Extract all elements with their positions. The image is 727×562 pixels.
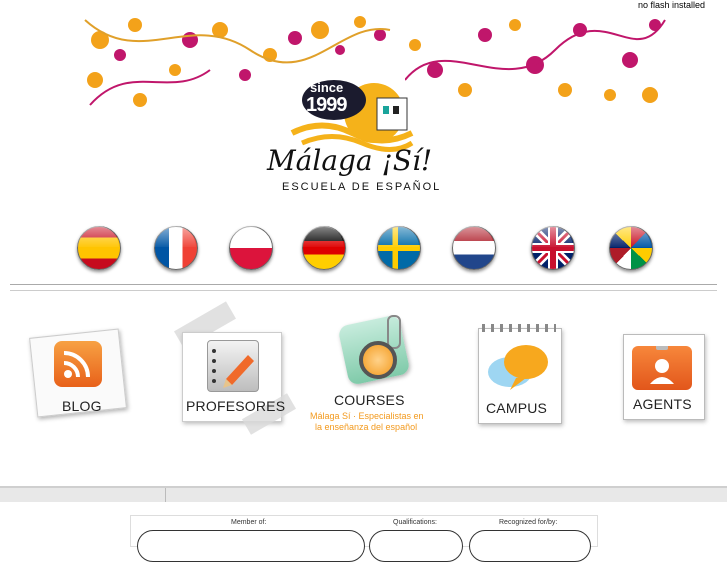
member-logos[interactable] [137,530,365,562]
notebook-pencil-icon [207,340,259,392]
blog-tile[interactable]: BLOG [25,325,135,420]
school-logo[interactable]: since 1999 Málaga ¡Sí! ESCUELA DE ESPAÑO… [262,78,482,198]
since-label: since [310,80,344,95]
flag-world[interactable] [600,222,660,272]
courses-tagline-1: Málaga Sí · Especialistas en [310,411,424,421]
divider-bottom [10,290,717,291]
flag-uk[interactable] [522,222,582,272]
no-flash-notice: no flash installed [637,0,705,10]
divider-top [10,284,717,285]
flag-spain[interactable] [68,222,128,272]
member-of-label: Member of: [231,519,267,526]
language-selector [60,222,670,272]
profesores-tile[interactable]: PROFESORES [165,301,297,440]
courses-tagline-2: la enseñanza del español [315,422,418,432]
rss-icon [54,341,102,387]
id-badge-icon [632,340,692,390]
logo-script: Málaga ¡Sí! [267,144,433,177]
footer-bar [0,486,727,502]
flag-germany[interactable] [293,222,353,272]
qualification-logos[interactable] [369,530,463,562]
courses-label: COURSES [334,392,405,408]
flag-netherlands[interactable] [443,222,503,272]
logo-graphic [290,80,414,152]
blog-label: BLOG [62,398,102,414]
agents-tile[interactable]: AGENTS [620,330,710,425]
chat-bubbles-icon [486,342,550,392]
affiliations-panel: Member of: Qualifications: Recognized fo… [130,515,598,562]
courses-tile[interactable]: COURSES Málaga Sí · Especialistas en la … [305,314,445,440]
recognized-label: Recognized for/by: [499,519,558,526]
flag-poland[interactable] [220,222,280,272]
profesores-label: PROFESORES [186,398,286,414]
qualifications-label: Qualifications: [393,519,437,526]
recognition-logos[interactable] [469,530,591,562]
flag-france[interactable] [145,222,205,272]
magnifier-icon [359,341,397,379]
spiral-binding [482,324,556,332]
logo-subtitle: ESCUELA DE ESPAÑOL [282,181,442,193]
flag-sweden[interactable] [368,222,428,272]
campus-tile[interactable]: CAMPUS [470,322,570,427]
since-year: 1999 [306,94,347,116]
campus-label: CAMPUS [486,400,548,416]
agents-label: AGENTS [633,396,692,412]
